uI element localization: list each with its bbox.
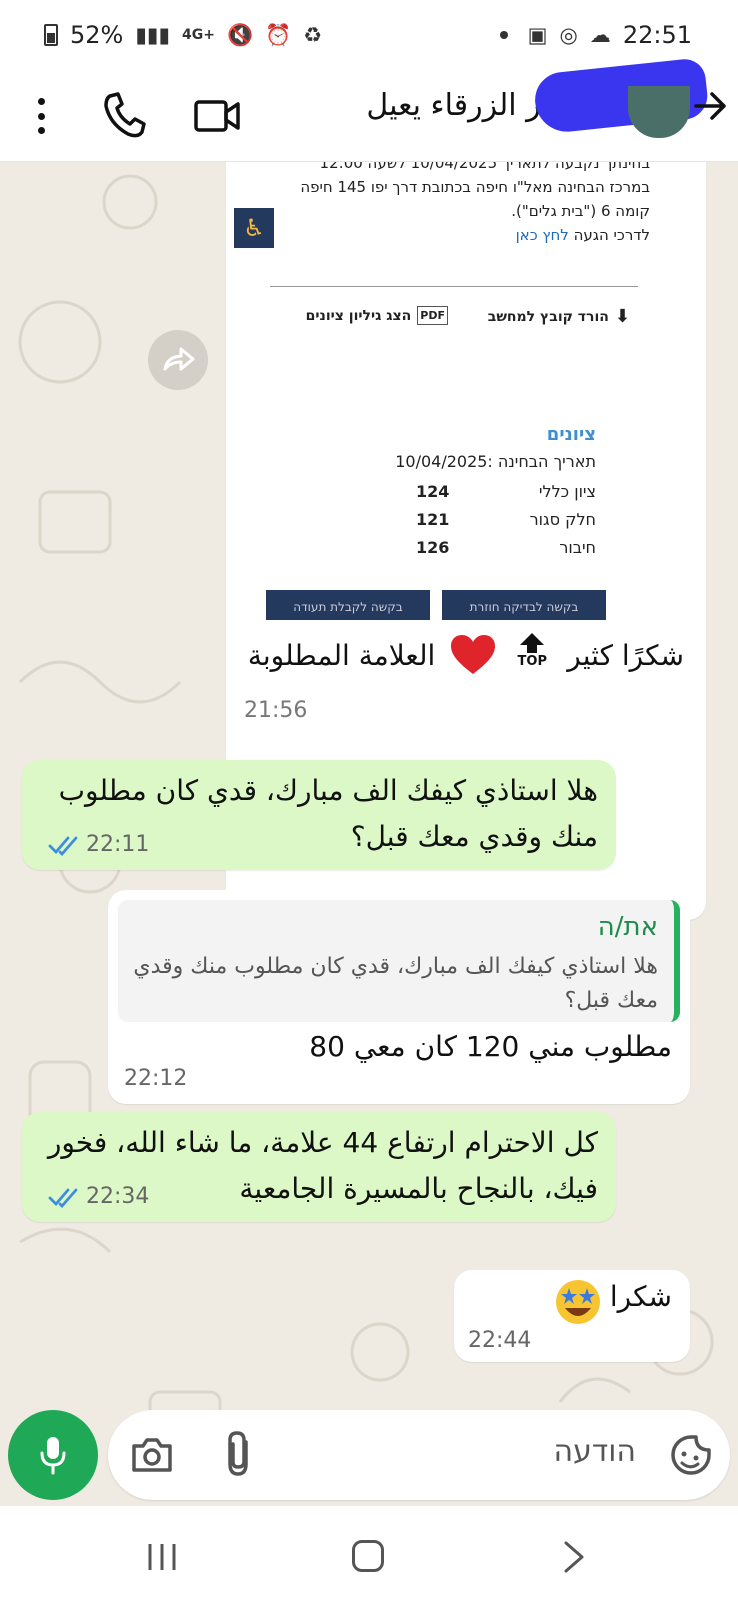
screenshot-line: במרכז הבחינה מאל"ו חיפה בכתובת דרך יפו 1… bbox=[300, 178, 650, 196]
screenshot-line: לדרכי הגעה לחץ כאן bbox=[516, 226, 650, 244]
grade-label: חלק סגור bbox=[529, 510, 596, 529]
pdf-row: PDF הצג גיליון ציונים bbox=[306, 306, 448, 325]
pdf-icon: PDF bbox=[417, 306, 448, 325]
status-right: ▣ ◎ ☁ 22:51 bbox=[499, 21, 692, 49]
signal-icon: ▮▮▮ bbox=[135, 23, 171, 47]
screenshot-button: בקשה לבדיקה חוזרת bbox=[442, 590, 606, 620]
home-icon[interactable] bbox=[352, 1540, 384, 1572]
quoted-message[interactable]: את/ה هلا استاذي كيفك الف مبارك، قدي كان … bbox=[118, 900, 680, 1022]
top-label: TOP bbox=[517, 654, 547, 669]
video-icon[interactable] bbox=[194, 94, 242, 138]
screenshot-button: בקשה לקבלת תעודה bbox=[266, 590, 430, 620]
double-check-icon bbox=[48, 836, 78, 856]
battery-icon bbox=[44, 24, 58, 46]
pdf-label: הצג גיליון ציונים bbox=[305, 307, 412, 324]
instagram-icon: ◎ bbox=[559, 23, 578, 47]
system-nav-bar bbox=[0, 1506, 738, 1600]
gallery-icon: ▣ bbox=[527, 23, 548, 47]
caption-text: شكرًا كثير bbox=[567, 638, 684, 672]
mic-button[interactable] bbox=[8, 1410, 98, 1500]
network-type: 4G+ bbox=[182, 27, 215, 43]
screenshot-line: קומה 6 ("בית גלים"). bbox=[511, 202, 650, 220]
message-time: 22:12 bbox=[124, 1066, 188, 1091]
message-text: مطلوب مني 120 كان معي 80 bbox=[309, 1030, 672, 1063]
exam-date: תאריך הבחינה :10/04/2025 bbox=[395, 452, 596, 471]
grade-value: 121 bbox=[416, 510, 450, 529]
double-check-icon bbox=[48, 1188, 78, 1208]
download-icon: ⬇ bbox=[614, 306, 630, 327]
cloud-icon: ☁ bbox=[589, 23, 611, 47]
heart-emoji bbox=[451, 635, 496, 674]
exam-screenshot-image[interactable]: בחינתך נקבעה לתאריך 10/04/2025 לשעה 12:0… bbox=[230, 162, 670, 624]
chat-area[interactable]: בחינתך נקבעה לתאריך 10/04/2025 לשעה 12:0… bbox=[0, 162, 738, 1422]
star-eyes-emoji bbox=[556, 1280, 600, 1324]
battery-saver-icon: ♻ bbox=[303, 23, 323, 47]
attach-icon[interactable] bbox=[220, 1430, 260, 1478]
caption-text: العلامة المطلوبة bbox=[247, 638, 436, 672]
download-row: ⬇ הורד קובץ למחשב bbox=[488, 306, 630, 327]
message-time: 21:56 bbox=[244, 698, 308, 723]
outgoing-message[interactable]: كل الاحترام ارتفاع 44 علامة، ما شاء الله… bbox=[22, 1112, 616, 1222]
grade-value: 126 bbox=[416, 538, 450, 557]
more-icon[interactable] bbox=[26, 92, 56, 140]
screenshot-link: לחץ כאן bbox=[515, 226, 569, 244]
status-left: 52% ▮▮▮ 4G+ 🔇 ⏰ ♻ bbox=[44, 21, 322, 49]
quote-text: هلا استاذي كيفك الف مبارك، قدي كان مطلوب… bbox=[133, 954, 658, 1013]
message-text: شكرا bbox=[609, 1280, 672, 1313]
message-time: 22:34 bbox=[86, 1184, 150, 1209]
nav-back-icon[interactable] bbox=[562, 1540, 586, 1574]
download-label: הורד קובץ למחשב bbox=[487, 308, 609, 325]
incoming-reply-message[interactable]: את/ה هلا استاذي كيفك الف مبارك، قدي كان … bbox=[108, 890, 690, 1104]
message-time: 22:11 bbox=[86, 832, 150, 857]
notification-dot-icon bbox=[499, 31, 508, 39]
message-placeholder: הודעה bbox=[553, 1434, 636, 1469]
outgoing-message[interactable]: هلا استاذي كيفك الف مبارك، قدي كان مطلوب… bbox=[22, 760, 616, 870]
clock: 22:51 bbox=[622, 21, 692, 49]
screenshot-directions-text: לדרכי הגעה bbox=[573, 226, 650, 244]
grade-label: חיבור bbox=[559, 538, 596, 557]
forward-icon bbox=[163, 347, 195, 371]
phone-icon[interactable] bbox=[102, 90, 146, 140]
grades-title: ציונים bbox=[546, 424, 596, 445]
screenshot-line: בחינתך נקבעה לתאריך 10/04/2025 לשעה 12:0… bbox=[319, 162, 650, 172]
status-bar: 52% ▮▮▮ 4G+ 🔇 ⏰ ♻ ▣ ◎ ☁ 22:51 bbox=[0, 0, 738, 70]
incoming-message[interactable]: شكرا 22:44 bbox=[454, 1270, 690, 1362]
grade-label: ציון כללי bbox=[538, 482, 596, 501]
grade-row: חיבור 126 bbox=[416, 538, 596, 557]
grade-value: 124 bbox=[416, 482, 450, 501]
recent-apps-icon[interactable] bbox=[146, 1542, 178, 1572]
mute-icon: 🔇 bbox=[226, 22, 254, 47]
sticker-icon[interactable] bbox=[670, 1434, 712, 1476]
accessibility-icon: ♿ bbox=[234, 208, 274, 248]
mic-icon bbox=[40, 1437, 66, 1475]
alarm-icon: ⏰ bbox=[265, 22, 292, 47]
back-arrow-icon[interactable] bbox=[692, 88, 728, 124]
grade-row: חלק סגור 121 bbox=[416, 510, 596, 529]
forward-button[interactable] bbox=[148, 330, 208, 390]
quote-author: את/ה bbox=[597, 912, 658, 942]
divider bbox=[270, 286, 638, 287]
image-caption: شكرًا كثير TOP العلامة المطلوبة bbox=[248, 632, 684, 678]
grade-row: ציון כללי 124 bbox=[416, 482, 596, 501]
message-input[interactable]: הודעה bbox=[108, 1410, 730, 1500]
message-time: 22:44 bbox=[468, 1328, 532, 1353]
camera-icon[interactable] bbox=[130, 1432, 174, 1476]
top-arrow-emoji: TOP bbox=[511, 632, 553, 678]
top-arrow-icon bbox=[520, 633, 545, 653]
battery-level: 52% bbox=[70, 21, 124, 49]
